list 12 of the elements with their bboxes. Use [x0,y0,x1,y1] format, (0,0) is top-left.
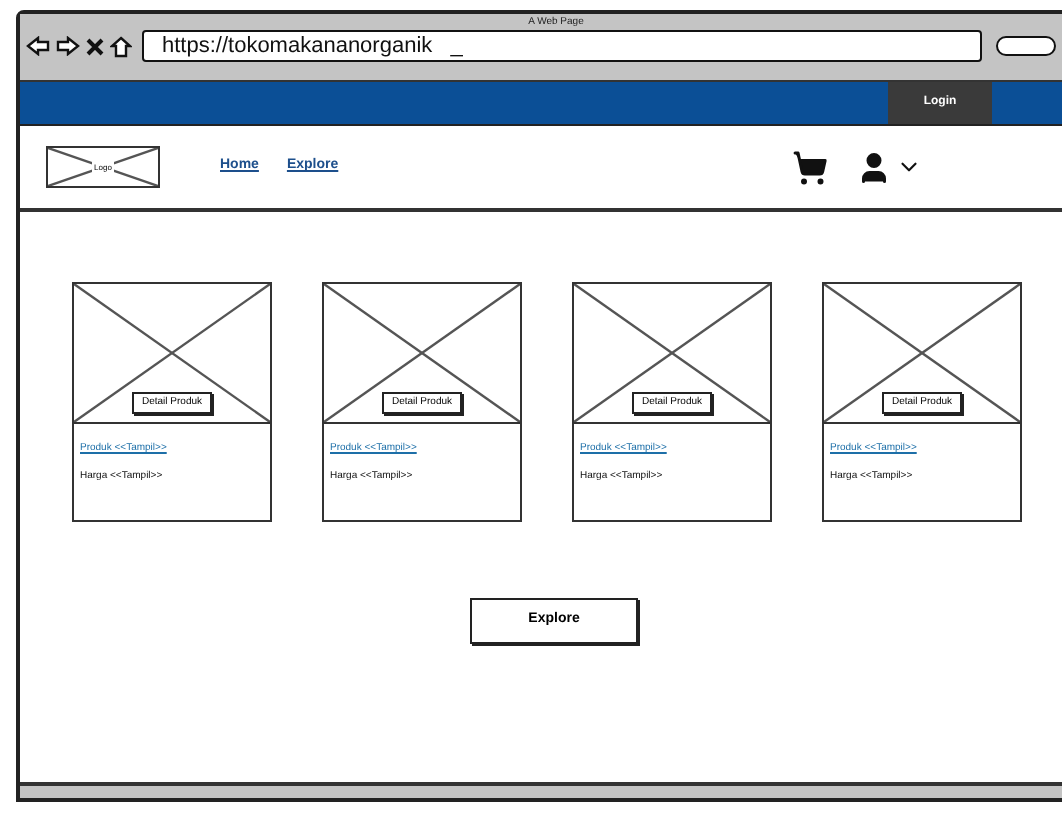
address-field[interactable]: https://tokomakananorganik _ [142,30,982,62]
image-placeholder-icon [824,284,1020,422]
forward-icon[interactable] [56,36,80,56]
cart-icon[interactable] [792,149,828,185]
home-icon[interactable] [110,35,132,57]
image-placeholder-icon [574,284,770,422]
back-icon[interactable] [26,36,50,56]
close-icon[interactable] [86,37,104,55]
search-field[interactable] [996,36,1056,56]
image-placeholder-icon [74,284,270,422]
image-placeholder-icon [324,284,520,422]
user-icon[interactable] [856,149,892,185]
